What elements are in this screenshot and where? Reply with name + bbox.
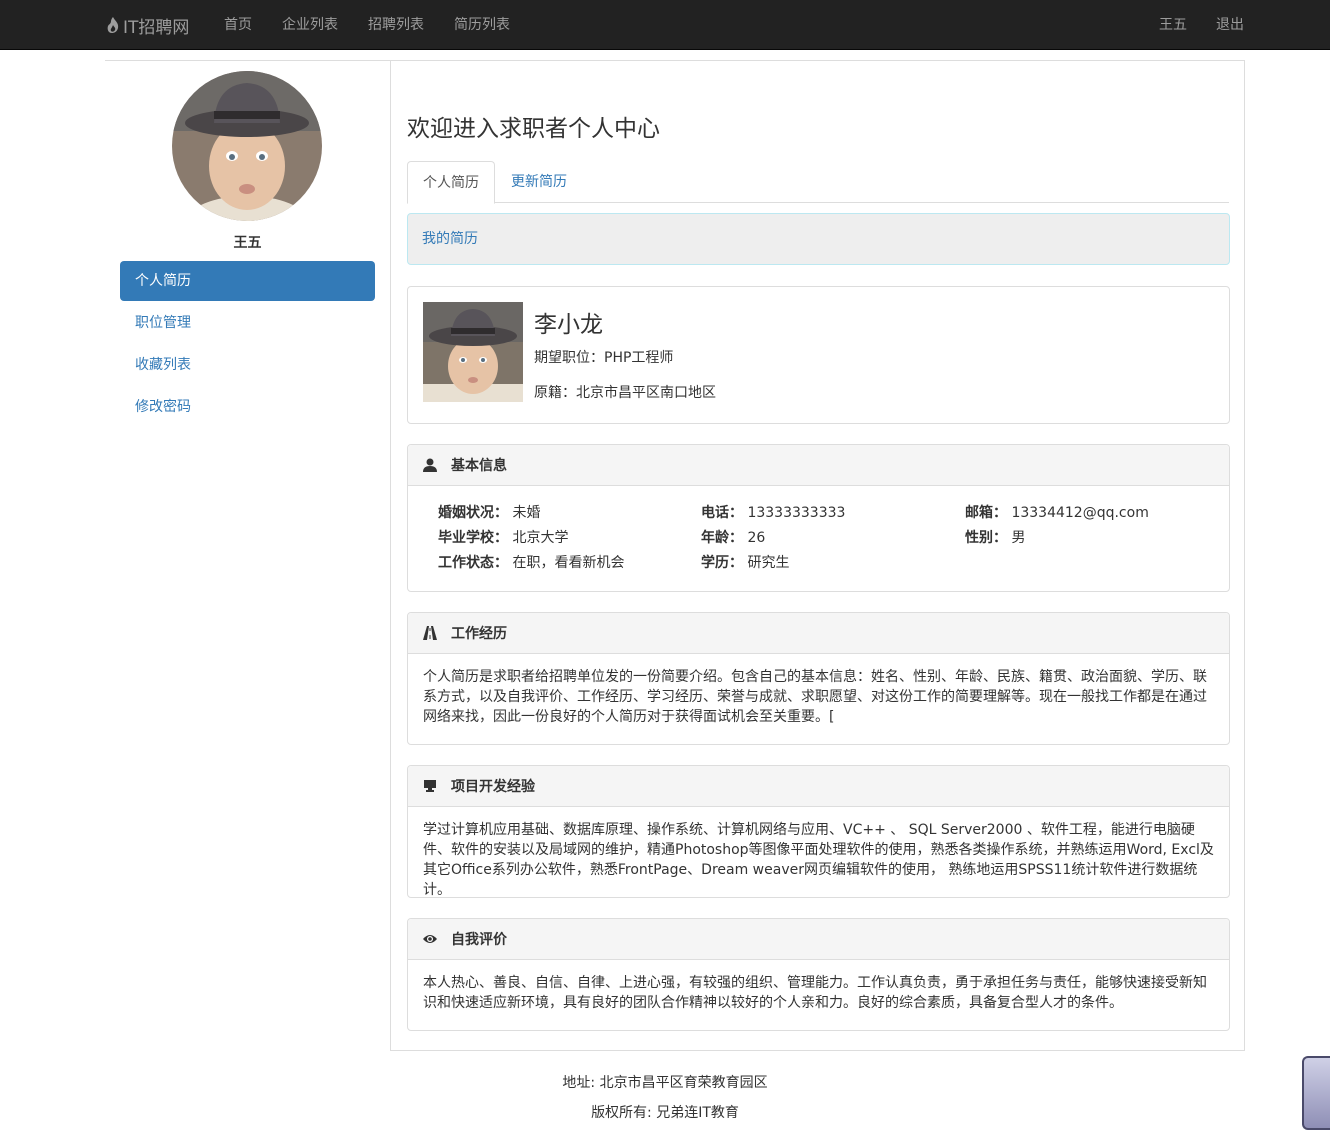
basic-info-panel: 基本信息 婚姻状况： 未婚 电话： 13333333333 邮箱： 133344… — [407, 444, 1230, 592]
basic-info-header: 基本信息 — [408, 445, 1229, 486]
info-age-value: 26 — [747, 530, 766, 546]
sidebar: 王五 个人简历 职位管理 收藏列表 修改密码 — [105, 60, 390, 440]
info-email: 邮箱： 13334412@qq.com — [965, 502, 1149, 522]
tab-update-resume[interactable]: 更新简历 — [496, 161, 582, 203]
eye-icon — [423, 935, 437, 943]
resume-tabs: 个人简历 更新简历 — [407, 161, 1229, 204]
info-email-value: 13334412@qq.com — [1011, 505, 1149, 521]
road-icon — [423, 626, 437, 640]
info-email-key: 邮箱： — [965, 505, 1007, 521]
info-phone-key: 电话： — [701, 505, 743, 521]
main-content: 欢迎进入求职者个人中心 个人简历 更新简历 我的简历 李小龙 期望职位：PHP工… — [390, 60, 1245, 1051]
self-evaluation-title: 自我评价 — [451, 932, 507, 948]
info-school-value: 北京大学 — [512, 530, 569, 546]
work-experience-panel: 工作经历 个人简历是求职者给招聘单位发的一份简要介绍。包含自己的基本信息：姓名、… — [407, 612, 1230, 745]
profile-position-value: PHP工程师 — [604, 350, 674, 366]
profile-position: 期望职位：PHP工程师 — [534, 347, 673, 367]
sidebar-item-favorites[interactable]: 收藏列表 — [120, 345, 375, 385]
profile-photo — [423, 302, 523, 402]
info-work-status-key: 工作状态： — [438, 555, 508, 571]
basic-info-title: 基本信息 — [451, 458, 507, 474]
sidebar-item-jobs[interactable]: 职位管理 — [120, 303, 375, 343]
nav-job-list[interactable]: 招聘列表 — [368, 0, 424, 50]
nav-logout[interactable]: 退出 — [1216, 0, 1244, 50]
avatar-image — [172, 71, 322, 221]
project-experience-title: 项目开发经验 — [451, 779, 535, 795]
nav-home[interactable]: 首页 — [224, 0, 252, 50]
info-age: 年龄： 26 — [701, 527, 765, 547]
nav-user[interactable]: 王五 — [1159, 0, 1187, 50]
work-experience-header: 工作经历 — [408, 613, 1229, 654]
avatar — [172, 71, 322, 221]
project-experience-panel: 项目开发经验 学过计算机应用基础、数据库原理、操作系统、计算机网络与应用、VC+… — [407, 765, 1230, 898]
profile-origin-value: 北京市昌平区南口地区 — [576, 385, 716, 401]
info-marital-key: 婚姻状况： — [438, 505, 508, 521]
info-school: 毕业学校： 北京大学 — [438, 527, 568, 547]
info-work-status: 工作状态： 在职，看看新机会 — [438, 552, 624, 572]
project-experience-header: 项目开发经验 — [408, 766, 1229, 807]
info-work-status-value: 在职，看看新机会 — [512, 555, 625, 571]
info-phone: 电话： 13333333333 — [701, 502, 845, 522]
sidebar-item-change-password[interactable]: 修改密码 — [120, 387, 375, 427]
brand-link[interactable]: IT招聘网 — [105, 0, 189, 50]
self-evaluation-header: 自我评价 — [408, 919, 1229, 960]
my-resume-header[interactable]: 我的简历 — [407, 213, 1230, 265]
info-gender: 性别： 男 — [965, 527, 1025, 547]
basic-info-grid: 婚姻状况： 未婚 电话： 13333333333 邮箱： 13334412@qq… — [408, 486, 1229, 590]
info-school-key: 毕业学校： — [438, 530, 508, 546]
info-age-key: 年龄： — [701, 530, 743, 546]
footer-address: 地址: 北京市昌平区育荣教育园区 — [562, 1075, 768, 1091]
self-evaluation-text: 本人热心、善良、自信、自律、上进心强，有较强的组织、管理能力。工作认真负责，勇于… — [423, 975, 1207, 1011]
brand-text: IT招聘网 — [123, 17, 190, 38]
profile-name: 李小龙 — [534, 312, 603, 338]
info-marital-value: 未婚 — [512, 505, 541, 521]
info-gender-value: 男 — [1011, 530, 1026, 546]
nav-resume-list[interactable]: 简历列表 — [454, 0, 510, 50]
info-education-key: 学历： — [701, 555, 743, 571]
work-experience-text: 个人简历是求职者给招聘单位发的一份简要介绍。包含自己的基本信息：姓名、性别、年龄… — [423, 669, 1207, 725]
profile-origin: 原籍：北京市昌平区南口地区 — [534, 382, 716, 402]
project-experience-text: 学过计算机应用基础、数据库原理、操作系统、计算机网络与应用、VC++ 、 SQL… — [423, 822, 1214, 898]
profile-origin-label: 原籍： — [534, 385, 576, 401]
info-gender-key: 性别： — [965, 530, 1007, 546]
sidebar-item-resume[interactable]: 个人简历 — [120, 261, 375, 301]
monitor-icon — [424, 780, 436, 792]
footer-copyright: 版权所有: 兄弟连IT教育 — [591, 1105, 739, 1121]
user-icon — [423, 458, 437, 472]
sidebar-username: 王五 — [233, 235, 262, 251]
info-education: 学历： 研究生 — [701, 552, 789, 572]
profile-card: 李小龙 期望职位：PHP工程师 原籍：北京市昌平区南口地区 — [407, 286, 1230, 424]
flame-logo-icon — [107, 17, 119, 33]
page-title: 欢迎进入求职者个人中心 — [407, 116, 660, 142]
floating-widget[interactable] — [1302, 1056, 1330, 1130]
nav-company-list[interactable]: 企业列表 — [282, 0, 338, 50]
self-evaluation-panel: 自我评价 本人热心、善良、自信、自律、上进心强，有较强的组织、管理能力。工作认真… — [407, 918, 1230, 1031]
info-phone-value: 13333333333 — [747, 505, 846, 521]
info-marital: 婚姻状况： 未婚 — [438, 502, 540, 522]
profile-position-label: 期望职位： — [534, 350, 604, 366]
tab-personal-resume[interactable]: 个人简历 — [407, 161, 495, 204]
top-navbar: IT招聘网 首页 企业列表 招聘列表 简历列表 王五 退出 — [0, 0, 1330, 50]
info-education-value: 研究生 — [747, 555, 790, 571]
work-experience-title: 工作经历 — [451, 626, 507, 642]
